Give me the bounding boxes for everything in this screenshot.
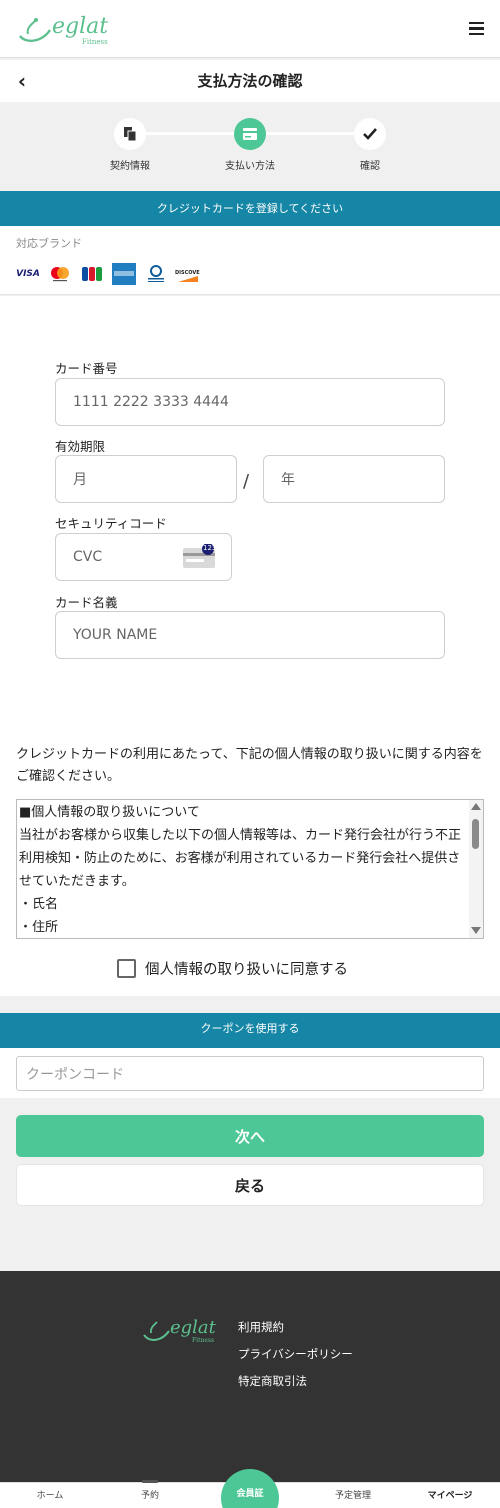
calendar-icon: [142, 1480, 158, 1483]
card-number-input[interactable]: 1111 2222 3333 4444: [55, 378, 445, 426]
visa-logo-icon: VISA: [16, 269, 40, 279]
cvc-badge-text: 123: [203, 544, 217, 552]
card-name-input[interactable]: YOUR NAME: [55, 611, 445, 659]
logo-swoosh-icon: [143, 1321, 170, 1341]
progress-steps: 契約情報 支払い方法 確認: [0, 102, 500, 190]
footer-logo-text: eglat: [170, 1317, 216, 1338]
cvc-label: セキュリティコード: [55, 516, 167, 531]
page-title: 支払方法の確認: [197, 72, 303, 90]
privacy-notice: クレジットカードの利用にあたって、下記の個人情報の取り扱いに関する内容をご確認く…: [16, 747, 483, 784]
logo-subtext: Fitness: [82, 38, 108, 46]
nav-schedule[interactable]: 予定管理: [303, 1488, 403, 1501]
site-footer: eglat Fitness 利用規約 プライバシーポリシー 特定商取引法: [0, 1271, 500, 1482]
privacy-policy-textarea[interactable]: ■個人情報の取り扱いについて 当社がお客様から収集した以下の個人情報等は、カード…: [16, 799, 484, 939]
credit-card-icon: [234, 118, 266, 150]
app-header: eglat Fitness: [0, 0, 500, 58]
privacy-agree-checkbox-row[interactable]: 個人情報の取り扱いに同意する: [117, 956, 348, 980]
nav-reservation[interactable]: 予約: [100, 1488, 200, 1501]
scroll-thumb[interactable]: [472, 819, 479, 849]
commerce-law-link[interactable]: 特定商取引法: [238, 1373, 307, 1389]
supported-brands: 対応ブランド VISA DISCOVER: [0, 226, 500, 295]
coupon-code-input[interactable]: クーポンコード: [16, 1056, 484, 1091]
policy-line: 当社がお客様から収集した以下の個人情報等は、カード発行会社が行う不正利用検知・防…: [19, 828, 462, 889]
discover-logo-icon: DISCOVER: [174, 264, 200, 284]
step-label-confirm: 確認: [360, 161, 380, 172]
card-form: カード番号 1111 2222 3333 4444 有効期限 月 / 年 セキュ…: [0, 296, 500, 996]
card-register-banner: クレジットカードを登録してください: [0, 191, 500, 226]
checkmark-icon: [354, 118, 386, 150]
amex-logo-icon: [112, 263, 136, 285]
jcb-logo-icon: [81, 264, 103, 284]
logo-text: eglat: [52, 14, 109, 39]
step-label-payment: 支払い方法: [225, 161, 275, 172]
scroll-down-arrow-icon[interactable]: [471, 927, 481, 934]
policy-scrollbar[interactable]: [469, 800, 483, 938]
next-button[interactable]: 次へ: [16, 1115, 484, 1157]
document-icon: [114, 118, 146, 150]
nav-home[interactable]: ホーム: [0, 1488, 100, 1501]
eglat-logo[interactable]: eglat Fitness: [16, 12, 116, 46]
logo-swoosh-icon: [19, 18, 51, 42]
card-name-label: カード名義: [55, 595, 118, 610]
privacy-policy-link[interactable]: プライバシーポリシー: [238, 1346, 353, 1362]
expiry-year-input[interactable]: 年: [263, 455, 445, 503]
agree-label: 個人情報の取り扱いに同意する: [145, 961, 348, 978]
terms-link[interactable]: 利用規約: [238, 1319, 284, 1335]
back-button[interactable]: 戻る: [16, 1164, 484, 1206]
brands-label: 対応ブランド: [16, 237, 82, 250]
bottom-navigation: ホーム 予約 会員証 予定管理 マイページ: [0, 1469, 500, 1508]
mastercard-logo-icon: [48, 264, 72, 284]
card-number-label: カード番号: [55, 361, 118, 376]
privacy-policy-text: ■個人情報の取り扱いについて 当社がお客様から収集した以下の個人情報等は、カード…: [19, 801, 471, 938]
agree-checkbox[interactable]: [117, 958, 136, 978]
policy-line: ■個人情報の取り扱いについて: [19, 805, 200, 820]
svg-text:DISCOVER: DISCOVER: [175, 270, 200, 276]
policy-line: ・氏名: [19, 897, 59, 912]
footer-logo-subtext: Fitness: [192, 1337, 215, 1344]
title-bar: ‹ 支払方法の確認: [0, 60, 500, 102]
expiry-month-input[interactable]: 月: [55, 455, 237, 503]
step-label-contract: 契約情報: [110, 161, 150, 172]
scroll-up-arrow-icon[interactable]: [471, 803, 481, 810]
expiry-label: 有効期限: [55, 439, 106, 454]
coupon-banner: クーポンを使用する: [0, 1013, 500, 1048]
footer-logo[interactable]: eglat Fitness: [142, 1317, 232, 1347]
diners-club-logo-icon: [144, 264, 168, 284]
hamburger-menu-icon[interactable]: [466, 19, 488, 39]
coupon-section: クーポンコード: [0, 1048, 500, 1098]
expiry-separator: /: [243, 471, 250, 492]
nav-mypage[interactable]: マイページ: [400, 1488, 500, 1501]
policy-line: ・住所: [19, 920, 59, 935]
